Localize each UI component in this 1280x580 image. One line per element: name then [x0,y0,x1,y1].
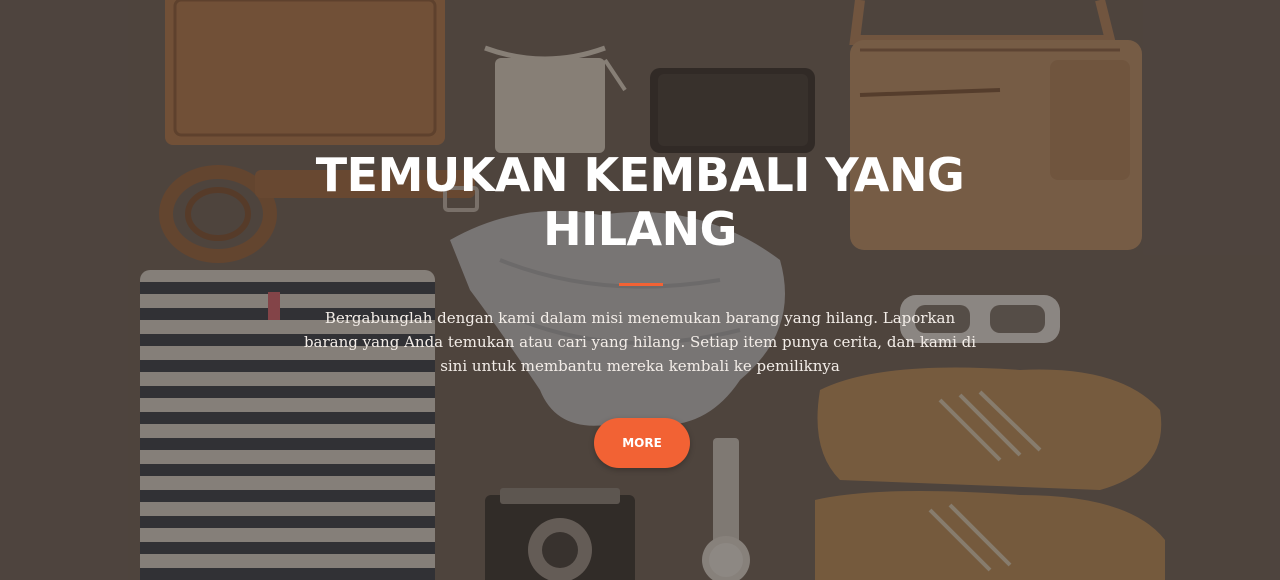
more-button[interactable]: MORE [594,418,690,468]
hero-title: TEMUKAN KEMBALI YANG HILANG [315,148,965,256]
hero-section: TEMUKAN KEMBALI YANG HILANG Bergabunglah… [0,0,1280,580]
title-divider [619,283,663,286]
hero-description: Bergabunglah dengan kami dalam misi mene… [303,309,977,375]
hero-content: TEMUKAN KEMBALI YANG HILANG Bergabunglah… [0,0,1280,580]
